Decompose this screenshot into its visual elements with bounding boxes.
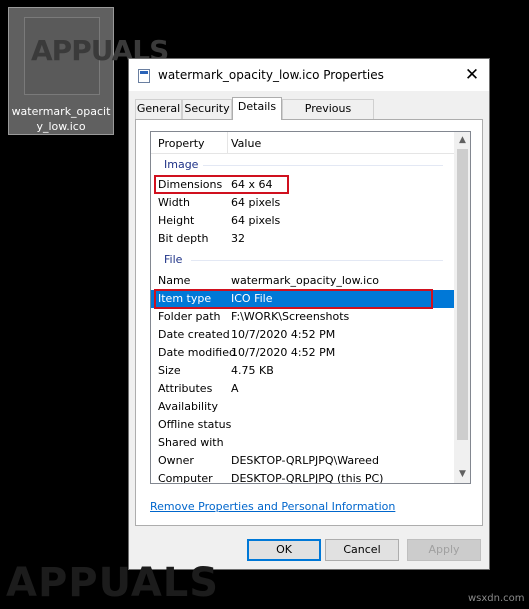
list-row-shared-with[interactable]: Shared with — [151, 434, 454, 452]
scroll-down-icon[interactable]: ▼ — [454, 466, 470, 483]
file-thumbnail: APPUALS — [24, 17, 169, 95]
list-header: Property Value — [151, 132, 454, 154]
row-property: Height — [158, 214, 195, 227]
scroll-up-icon[interactable]: ▲ — [454, 132, 470, 149]
row-property: Offline status — [158, 418, 232, 431]
row-value: 64 pixels — [231, 214, 281, 227]
remove-properties-link[interactable]: Remove Properties and Personal Informati… — [150, 500, 395, 513]
list-row-date-created[interactable]: Date created 10/7/2020 4:52 PM — [151, 326, 454, 344]
column-header-value[interactable]: Value — [231, 137, 261, 150]
row-property: Folder path — [158, 310, 221, 323]
group-divider — [203, 165, 443, 166]
property-list[interactable]: Property Value Image Dimensions 64 x 64 … — [150, 131, 471, 484]
row-property: Availability — [158, 400, 218, 413]
row-value: 10/7/2020 4:52 PM — [231, 328, 336, 341]
dialog-title: watermark_opacity_low.ico Properties — [158, 68, 384, 82]
row-value: watermark_opacity_low.ico — [231, 274, 379, 287]
tab-previous-versions[interactable]: Previous Versions — [282, 99, 374, 133]
row-value: A — [231, 382, 239, 395]
list-row-attributes[interactable]: Attributes A — [151, 380, 454, 398]
list-row-bit-depth[interactable]: Bit depth 32 — [151, 230, 454, 248]
desktop-file-icon[interactable]: APPUALS watermark_opacity_low.ico — [8, 7, 169, 135]
tab-details[interactable]: Details — [232, 97, 282, 120]
close-icon[interactable]: ✕ — [459, 63, 485, 87]
list-row-offline-status[interactable]: Offline status — [151, 416, 454, 434]
watermark-logo: APPUALS — [6, 560, 220, 606]
row-value: 4.75 KB — [231, 364, 274, 377]
tab-general[interactable]: General — [135, 99, 182, 119]
row-value: 64 pixels — [231, 196, 281, 209]
row-value: DESKTOP-QRLPJPQ (this PC) — [231, 472, 384, 484]
row-value: 10/7/2020 4:52 PM — [231, 346, 336, 359]
row-property: Date created — [158, 328, 230, 341]
row-property: Name — [158, 274, 191, 287]
group-header-file: File — [164, 253, 183, 266]
group-divider — [191, 260, 443, 261]
file-icon — [138, 69, 150, 83]
row-property: Size — [158, 364, 181, 377]
desktop-file-label: watermark_opacity_low.ico — [11, 105, 111, 133]
group-header-image: Image — [164, 158, 199, 171]
highlight-box-item-type — [154, 289, 433, 309]
details-panel: Property Value Image Dimensions 64 x 64 … — [135, 119, 483, 526]
column-divider[interactable] — [227, 132, 228, 154]
row-property: Date modified — [158, 346, 236, 359]
list-row-computer[interactable]: Computer DESKTOP-QRLPJPQ (this PC) — [151, 470, 454, 484]
list-row-size[interactable]: Size 4.75 KB — [151, 362, 454, 380]
column-header-property[interactable]: Property — [158, 137, 205, 150]
row-value: F:\WORK\Screenshots — [231, 310, 350, 323]
row-value: DESKTOP-QRLPJPQ\Wareed — [231, 454, 379, 467]
list-row-owner[interactable]: Owner DESKTOP-QRLPJPQ\Wareed — [151, 452, 454, 470]
site-watermark: wsxdn.com — [468, 593, 525, 604]
tab-security[interactable]: Security — [182, 99, 232, 119]
row-property: Width — [158, 196, 190, 209]
properties-dialog: watermark_opacity_low.ico Properties ✕ G… — [128, 58, 490, 570]
cancel-button[interactable]: Cancel — [325, 539, 399, 561]
list-row-width[interactable]: Width 64 pixels — [151, 194, 454, 212]
list-row-folder-path[interactable]: Folder path F:\WORK\Screenshots — [151, 308, 454, 326]
vertical-scrollbar[interactable]: ▲ ▼ — [454, 132, 470, 483]
list-row-name[interactable]: Name watermark_opacity_low.ico — [151, 272, 454, 290]
row-property: Shared with — [158, 436, 224, 449]
title-bar[interactable]: watermark_opacity_low.ico Properties ✕ — [129, 59, 489, 91]
row-property: Attributes — [158, 382, 213, 395]
ok-button[interactable]: OK — [247, 539, 321, 561]
apply-button[interactable]: Apply — [407, 539, 481, 561]
list-row-availability[interactable]: Availability — [151, 398, 454, 416]
list-row-height[interactable]: Height 64 pixels — [151, 212, 454, 230]
row-property: Owner — [158, 454, 194, 467]
highlight-box-dimensions — [154, 175, 289, 194]
row-value: 32 — [231, 232, 245, 245]
list-row-date-modified[interactable]: Date modified 10/7/2020 4:52 PM — [151, 344, 454, 362]
scrollbar-thumb[interactable] — [457, 149, 468, 440]
row-property: Bit depth — [158, 232, 209, 245]
row-property: Computer — [158, 472, 213, 484]
